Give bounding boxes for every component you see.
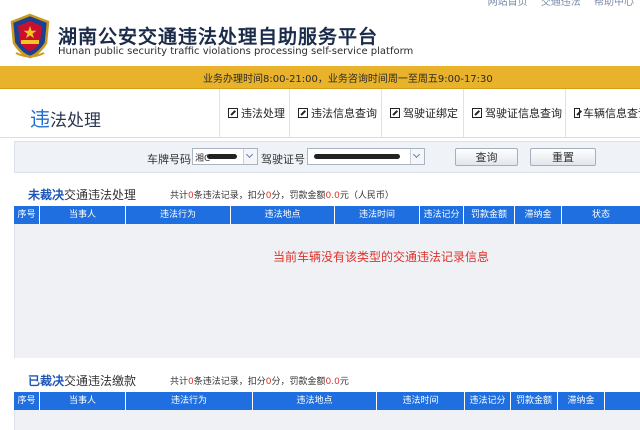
unresolved-summary: 共计0条违法记录，扣分0分，罚款金额0.0元（人民币） xyxy=(170,188,394,201)
summary-text: 分，罚款金额 xyxy=(271,377,326,387)
external-link-icon xyxy=(298,108,308,118)
plate-number-select[interactable]: 湘C xyxy=(192,148,258,165)
site-subtitle: Hunan public security traffic violations… xyxy=(58,46,414,57)
license-number-select[interactable] xyxy=(307,148,425,165)
external-link-icon xyxy=(472,108,482,118)
external-link-icon xyxy=(390,108,400,118)
top-links: 网站首页 交通违法 帮助中心 xyxy=(478,0,634,8)
resolved-table-header: 序号 当事人 违法行为 违法地点 违法时间 违法记分 罚款金额 滞纳金 xyxy=(14,392,640,410)
resolved-section-header: 已裁决交通违法缴款 共计0条违法记录，扣分0分，罚款金额0.0元 xyxy=(14,368,640,392)
resolved-title: 已裁决交通违法缴款 xyxy=(28,372,136,389)
page-title-highlight: 违 xyxy=(30,107,50,131)
tab-vehicle-query[interactable]: 车辆信息查询 xyxy=(565,89,640,137)
column-header: 违法时间 xyxy=(335,206,420,224)
resolved-table-body xyxy=(14,410,640,430)
summary-text: 元（人民币） xyxy=(339,191,394,201)
main-nav: 违法处理 违法处理 违法信息查询 驾驶证绑定 驾驶证信息查询 车辆信息查询 xyxy=(0,89,640,138)
query-button[interactable]: 查询 xyxy=(455,148,518,166)
column-header: 序号 xyxy=(14,392,40,410)
tab-label: 违法处理 xyxy=(241,107,285,120)
chevron-down-icon xyxy=(410,149,424,164)
summary-text: 共计 xyxy=(170,377,189,387)
tab-violation-processing[interactable]: 违法处理 xyxy=(219,89,298,137)
tab-label: 驾驶证绑定 xyxy=(403,107,458,120)
column-header: 状态 xyxy=(591,210,610,220)
plate-label: 车牌号码 xyxy=(147,153,191,166)
column-header: 罚款金额 xyxy=(464,206,515,224)
fine-amount: 0.0 xyxy=(325,191,340,201)
site-title: 湖南公安交通违法处理自助服务平台 xyxy=(58,26,379,48)
unresolved-table-body: 当前车辆没有该类型的交通违法记录信息 xyxy=(14,224,640,358)
summary-text: 条违法记录，扣分 xyxy=(193,377,266,387)
unresolved-title: 未裁决交通违法处理 xyxy=(28,186,136,203)
summary-text: 分，罚款金额 xyxy=(271,191,326,201)
column-header: 违法记分 xyxy=(465,392,511,410)
police-emblem-icon xyxy=(10,13,50,59)
top-link-home[interactable]: 网站首页 xyxy=(488,0,528,8)
column-header: 违法地点 xyxy=(231,206,335,224)
page-title: 违法处理 xyxy=(30,103,101,132)
redaction-mark xyxy=(207,154,237,159)
unresolved-table-header: 序号 当事人 违法行为 违法地点 违法时间 违法记分 罚款金额 滞纳金 状态 xyxy=(14,206,640,224)
license-label: 驾驶证号 xyxy=(261,153,305,166)
external-link-icon xyxy=(228,108,238,118)
site-header: 网站首页 交通违法 帮助中心 湖南公安交通违法处理自助服务平台 Hunan pu… xyxy=(0,0,640,66)
business-hours-text: 业务办理时间8:00-21:00，业务咨询时间周一至周五9:00-17:30 xyxy=(203,74,493,85)
top-link-violations[interactable]: 交通违法 xyxy=(541,0,581,8)
search-panel: 车牌号码 湘C 驾驶证号 查询 重置 xyxy=(14,141,640,173)
column-header: 违法行为 xyxy=(126,206,231,224)
column-header: 违法记分 xyxy=(420,206,464,224)
business-hours-bar: 业务办理时间8:00-21:00，业务咨询时间周一至周五9:00-17:30 xyxy=(0,66,640,89)
resolved-summary: 共计0条违法记录，扣分0分，罚款金额0.0元 xyxy=(170,374,349,387)
summary-text: 元 xyxy=(339,377,349,387)
redaction-mark xyxy=(314,154,400,159)
tab-label: 驾驶证信息查询 xyxy=(485,107,562,120)
tab-label: 违法信息查询 xyxy=(311,107,377,120)
column-header: 违法地点 xyxy=(253,392,377,410)
resolved-title-strong: 已裁决 xyxy=(28,374,65,388)
column-header: 滞纳金 xyxy=(558,392,605,410)
column-header: 违法行为 xyxy=(126,392,253,410)
tab-violation-query[interactable]: 违法信息查询 xyxy=(289,89,390,137)
unresolved-section-header: 未裁决交通违法处理 共计0条违法记录，扣分0分，罚款金额0.0元（人民币） xyxy=(14,182,640,206)
tab-license-binding[interactable]: 驾驶证绑定 xyxy=(381,89,472,137)
column-header: 违法时间 xyxy=(377,392,465,410)
column-header: 滞纳金 xyxy=(515,206,562,224)
empty-records-message: 当前车辆没有该类型的交通违法记录信息 xyxy=(273,250,490,264)
external-link-icon xyxy=(574,108,580,118)
page-title-rest: 法处理 xyxy=(50,111,101,131)
chevron-down-icon xyxy=(243,149,257,164)
column-header: 罚款金额 xyxy=(511,392,558,410)
reset-button[interactable]: 重置 xyxy=(530,148,596,166)
summary-text: 共计 xyxy=(170,191,189,201)
resolved-title-rest: 交通违法缴款 xyxy=(64,374,137,388)
unresolved-title-strong: 未裁决 xyxy=(28,188,65,202)
column-header: 当事人 xyxy=(40,392,126,410)
fine-amount: 0.0 xyxy=(325,377,340,387)
tab-label: 车辆信息查询 xyxy=(583,107,640,120)
tab-license-query[interactable]: 驾驶证信息查询 xyxy=(463,89,574,137)
top-link-help[interactable]: 帮助中心 xyxy=(594,0,634,8)
column-header: 序号 xyxy=(14,206,40,224)
unresolved-title-rest: 交通违法处理 xyxy=(64,188,137,202)
column-header: 当事人 xyxy=(40,206,126,224)
summary-text: 条违法记录，扣分 xyxy=(193,191,266,201)
